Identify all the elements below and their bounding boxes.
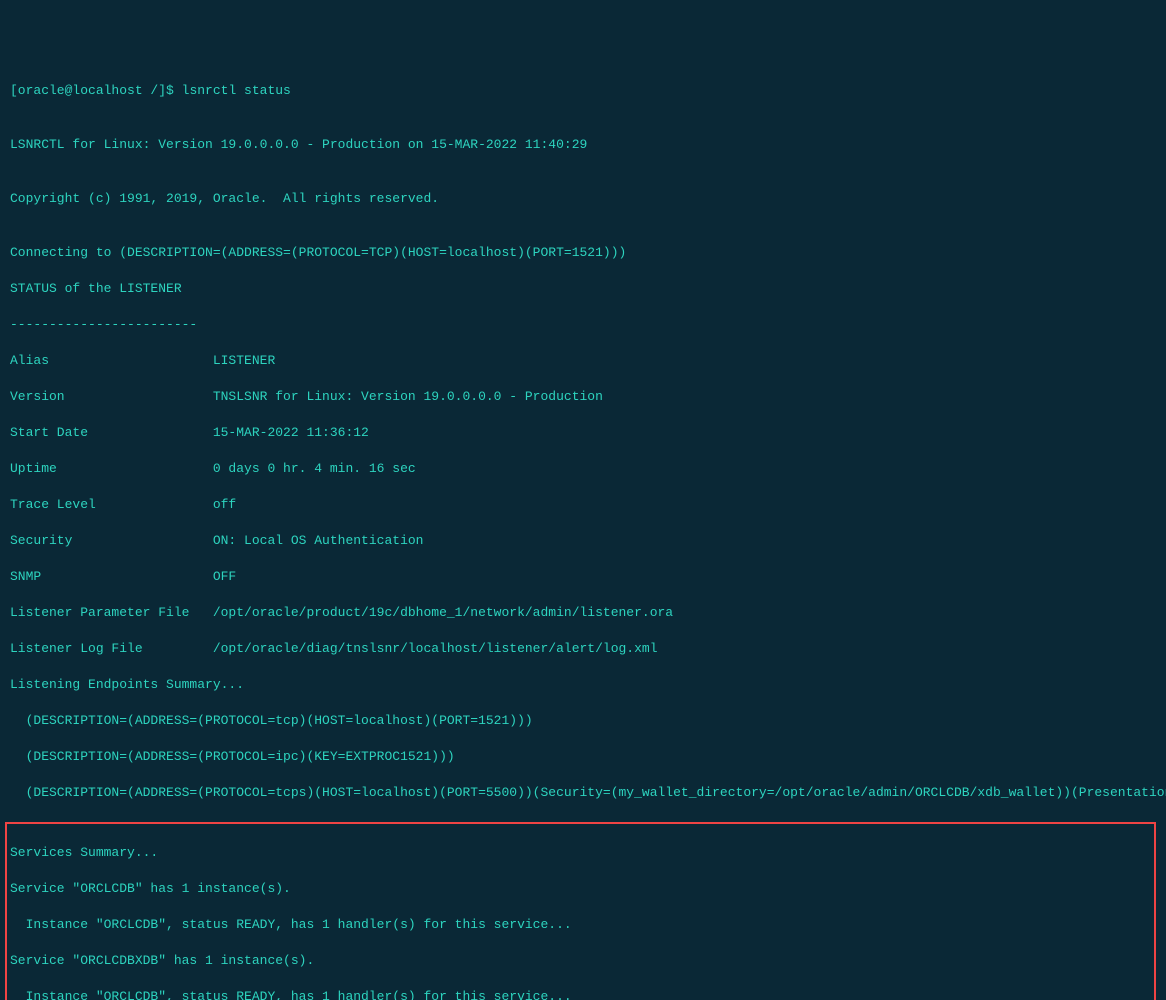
output-endpoint-2: (DESCRIPTION=(ADDRESS=(PROTOCOL=ipc)(KEY… bbox=[10, 748, 1156, 766]
output-service-1: Service "ORCLCDB" has 1 instance(s). bbox=[10, 880, 1154, 898]
output-service-1-instance: Instance "ORCLCDB", status READY, has 1 … bbox=[10, 916, 1154, 934]
output-endpoints-header: Listening Endpoints Summary... bbox=[10, 676, 1156, 694]
output-dashes: ------------------------ bbox=[10, 316, 1156, 334]
output-services-header: Services Summary... bbox=[10, 844, 1154, 862]
terminal-command-line[interactable]: [oracle@localhost /]$ lsnrctl status bbox=[10, 82, 1156, 100]
output-log-file: Listener Log File /opt/oracle/diag/tnsls… bbox=[10, 640, 1156, 658]
output-endpoint-1: (DESCRIPTION=(ADDRESS=(PROTOCOL=tcp)(HOS… bbox=[10, 712, 1156, 730]
output-status-header: STATUS of the LISTENER bbox=[10, 280, 1156, 298]
output-alias: Alias LISTENER bbox=[10, 352, 1156, 370]
output-endpoint-3: (DESCRIPTION=(ADDRESS=(PROTOCOL=tcps)(HO… bbox=[10, 784, 1156, 802]
output-copyright: Copyright (c) 1991, 2019, Oracle. All ri… bbox=[10, 190, 1156, 208]
output-uptime: Uptime 0 days 0 hr. 4 min. 16 sec bbox=[10, 460, 1156, 478]
shell-prompt: [oracle@localhost /]$ bbox=[10, 83, 182, 98]
services-summary-highlight: Services Summary... Service "ORCLCDB" ha… bbox=[5, 822, 1156, 1000]
output-security: Security ON: Local OS Authentication bbox=[10, 532, 1156, 550]
output-service-2-instance: Instance "ORCLCDB", status READY, has 1 … bbox=[10, 988, 1154, 1000]
output-param-file: Listener Parameter File /opt/oracle/prod… bbox=[10, 604, 1156, 622]
output-start-date: Start Date 15-MAR-2022 11:36:12 bbox=[10, 424, 1156, 442]
output-version: LSNRCTL for Linux: Version 19.0.0.0.0 - … bbox=[10, 136, 1156, 154]
output-snmp: SNMP OFF bbox=[10, 568, 1156, 586]
output-connecting: Connecting to (DESCRIPTION=(ADDRESS=(PRO… bbox=[10, 244, 1156, 262]
output-version-detail: Version TNSLSNR for Linux: Version 19.0.… bbox=[10, 388, 1156, 406]
command-text: lsnrctl status bbox=[182, 83, 291, 98]
output-trace-level: Trace Level off bbox=[10, 496, 1156, 514]
output-service-2: Service "ORCLCDBXDB" has 1 instance(s). bbox=[10, 952, 1154, 970]
